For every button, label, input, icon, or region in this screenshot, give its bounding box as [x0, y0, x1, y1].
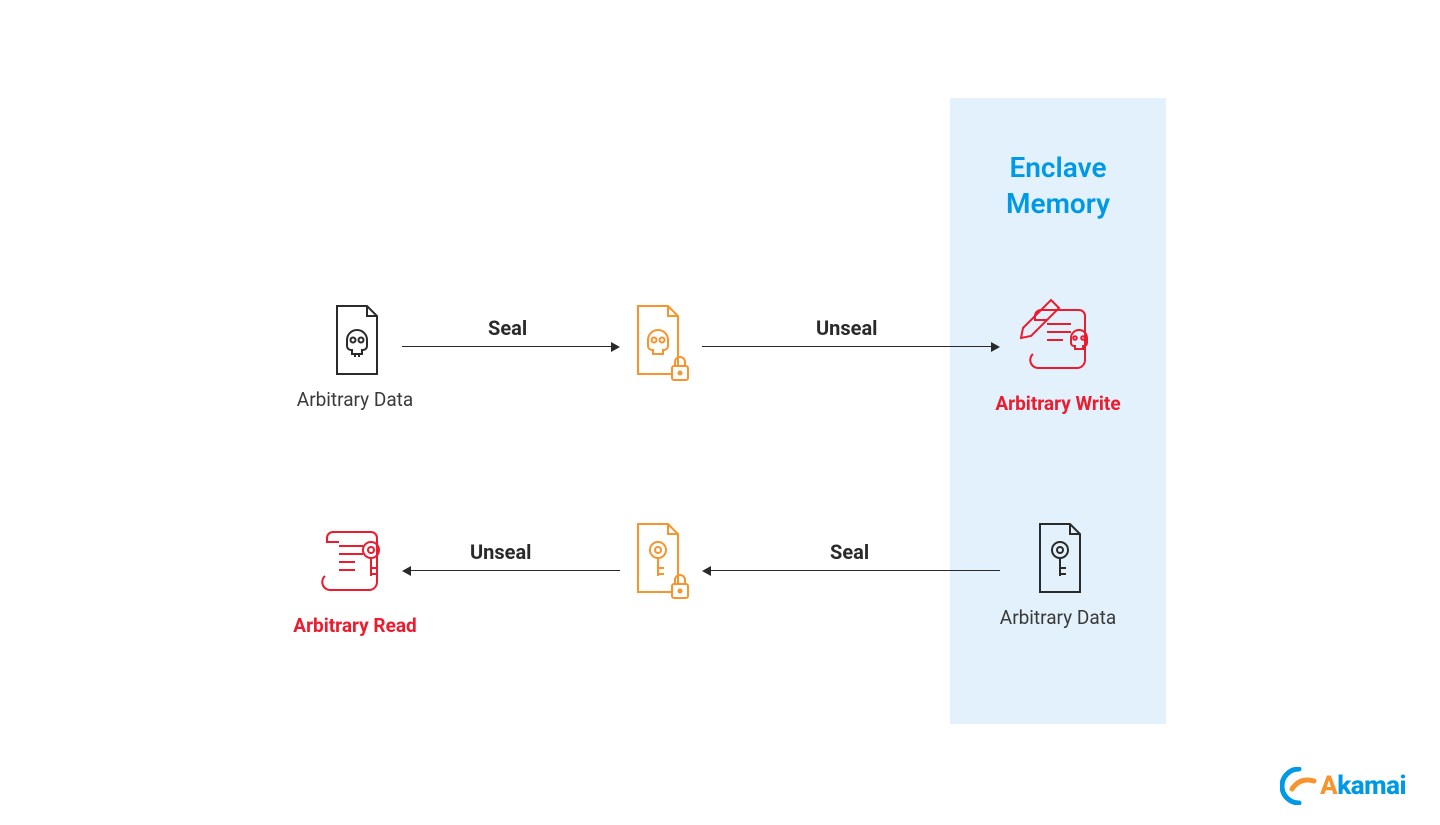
label-arbitrary-data-top: Arbitrary Data	[255, 388, 455, 411]
arrow-label-seal-top: Seal	[488, 316, 527, 340]
arrow-label-seal-bottom: Seal	[830, 540, 869, 564]
arrow-label-unseal-top: Unseal	[816, 316, 877, 340]
akamai-wave-icon	[1280, 767, 1318, 805]
logo-suffix: kamai	[1337, 771, 1406, 801]
node-arbitrary-data-bottom: Arbitrary Data	[958, 522, 1158, 629]
node-sealed-skull	[560, 304, 760, 394]
arrow-seal-bottom	[710, 570, 1000, 571]
label-arbitrary-data-bottom: Arbitrary Data	[958, 606, 1158, 629]
node-sealed-key	[560, 522, 760, 612]
node-arbitrary-data-top: Arbitrary Data	[255, 304, 455, 411]
enclave-title-line2: Memory	[1006, 187, 1110, 220]
logo-text: Akamai	[1320, 771, 1406, 801]
arrow-unseal-top	[702, 346, 992, 347]
label-arbitrary-read: Arbitrary Read	[255, 614, 455, 637]
arbitrary-read-icon	[315, 520, 395, 608]
arrow-head-unseal-bottom	[402, 566, 411, 576]
locked-key-document-icon	[624, 522, 696, 606]
arbitrary-write-icon	[1013, 298, 1103, 386]
node-arbitrary-write: Arbitrary Write	[958, 298, 1158, 415]
node-arbitrary-read: Arbitrary Read	[255, 520, 455, 637]
enclave-title-line1: Enclave	[1009, 151, 1106, 184]
locked-skull-document-icon	[624, 304, 696, 388]
enclave-title: Enclave Memory	[950, 150, 1166, 223]
label-arbitrary-write: Arbitrary Write	[958, 392, 1158, 415]
arrow-label-unseal-bottom: Unseal	[470, 540, 531, 564]
logo-prefix: A	[1320, 771, 1337, 801]
key-document-icon	[1028, 522, 1088, 600]
arrow-head-seal-bottom	[702, 566, 711, 576]
akamai-logo: Akamai	[1280, 767, 1406, 805]
skull-document-icon	[325, 304, 385, 382]
